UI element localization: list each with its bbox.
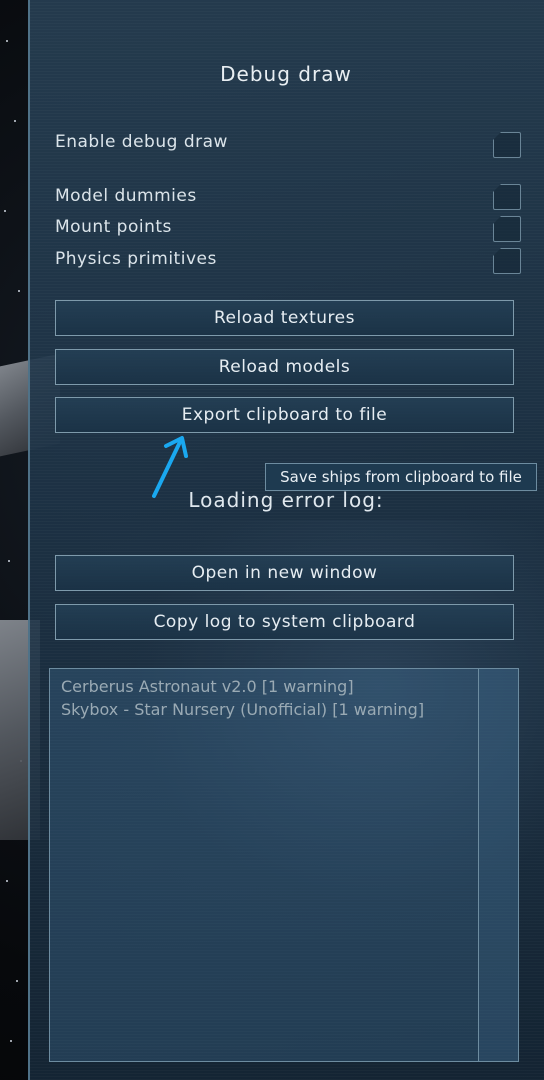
mount-points-label: Mount points (55, 217, 172, 237)
log-entry[interactable]: Cerberus Astronaut v2.0 [1 warning] (61, 677, 354, 696)
log-entry[interactable]: Skybox - Star Nursery (Unofficial) [1 wa… (61, 700, 424, 719)
copy-log-button[interactable]: Copy log to system clipboard (55, 604, 514, 640)
star (6, 880, 8, 882)
enable-debug-draw-label: Enable debug draw (55, 132, 228, 152)
panel-title: Debug draw (220, 62, 352, 86)
star (18, 290, 20, 292)
error-log-list[interactable]: Cerberus Astronaut v2.0 [1 warning] Skyb… (49, 668, 519, 1062)
log-scrollbar[interactable] (478, 669, 518, 1061)
star (10, 1040, 12, 1042)
star (6, 40, 8, 42)
loading-error-log-label: Loading error log: (188, 488, 384, 512)
export-clipboard-button[interactable]: Export clipboard to file (55, 397, 514, 433)
star (16, 980, 18, 982)
star (8, 560, 10, 562)
open-new-window-button[interactable]: Open in new window (55, 555, 514, 591)
reload-models-button[interactable]: Reload models (55, 349, 514, 385)
star (4, 210, 6, 212)
star (14, 120, 16, 122)
physics-primitives-checkbox[interactable] (493, 248, 521, 274)
model-dummies-label: Model dummies (55, 186, 197, 206)
model-dummies-checkbox[interactable] (493, 184, 521, 210)
mount-points-checkbox[interactable] (493, 216, 521, 242)
physics-primitives-label: Physics primitives (55, 249, 217, 269)
reload-textures-button[interactable]: Reload textures (55, 300, 514, 336)
export-tooltip: Save ships from clipboard to file (265, 463, 537, 491)
enable-debug-draw-checkbox[interactable] (493, 132, 521, 158)
